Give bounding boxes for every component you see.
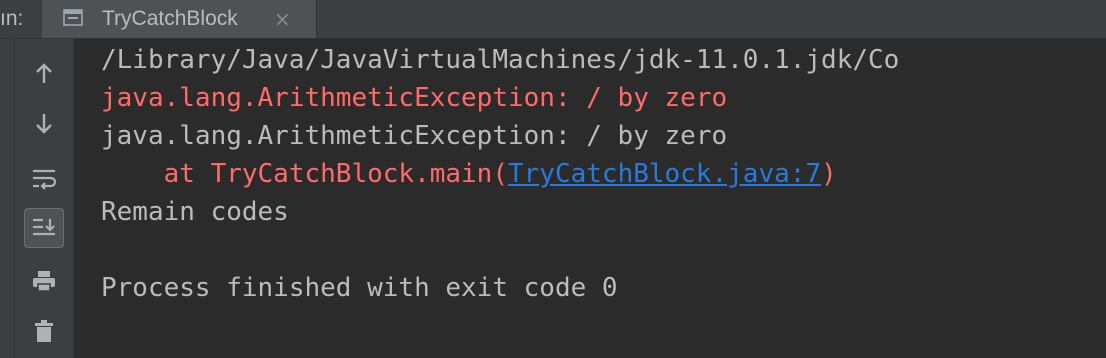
run-label: ın: [0,7,24,30]
stacktrace-prefix: at TryCatchBlock.main( [101,159,508,189]
down-arrow-icon[interactable] [24,103,64,143]
console-line-remain: Remain codes [101,197,289,227]
close-icon[interactable]: × [274,0,291,38]
console-line-stdout: java.lang.ArithmeticException: / by zero [101,121,728,151]
stacktrace-suffix: ) [821,159,837,189]
trash-icon[interactable] [24,311,64,351]
run-tab-bar: ın: TryCatchBlock × [0,0,1106,39]
run-config-icon [63,8,83,28]
console-toolbar [15,39,74,358]
up-arrow-icon[interactable] [24,54,64,94]
console-line-stderr: java.lang.ArithmeticException: / by zero [101,83,728,113]
soft-wrap-icon[interactable] [24,159,64,199]
tab-title: TryCatchBlock [102,7,238,30]
scroll-to-end-icon[interactable] [24,208,64,248]
console-output: /Library/Java/JavaVirtualMachines/jdk-11… [74,39,1106,358]
left-edge-strip [0,39,15,358]
console-line-jvm-path: /Library/Java/JavaVirtualMachines/jdk-11… [101,45,900,75]
console-line-stacktrace: at TryCatchBlock.main(TryCatchBlock.java… [101,155,837,193]
print-icon[interactable] [24,261,64,301]
source-link[interactable]: TryCatchBlock.java:7 [508,159,821,189]
console-line-exit: Process finished with exit code 0 [101,273,618,303]
